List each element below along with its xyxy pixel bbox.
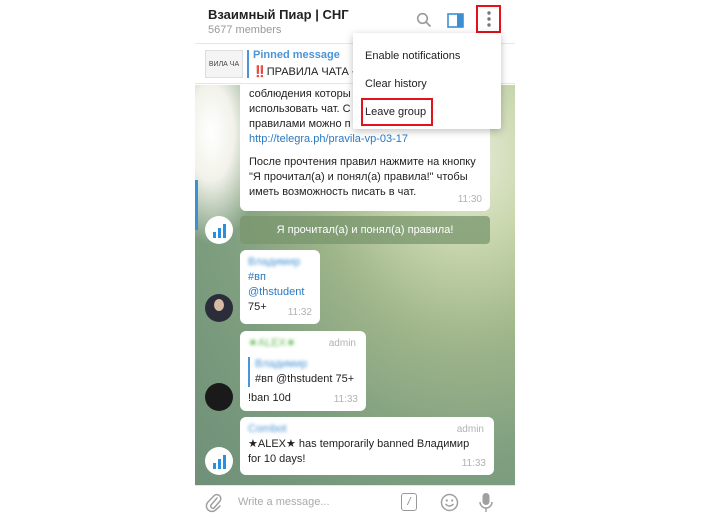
rules-accept-button[interactable]: Я прочитал(а) и понял(а) правила! <box>240 216 490 244</box>
more-vertical-icon[interactable] <box>476 5 501 33</box>
message-text: ★ALEX★ has temporarily banned Владимир <box>248 438 470 450</box>
hashtag[interactable]: #вп <box>248 270 312 285</box>
composer: Write a message... / <box>195 485 515 519</box>
rules-line: иметь возможность писать в чат. <box>249 186 417 198</box>
message-time: 11:33 <box>461 458 486 469</box>
bot-avatar[interactable] <box>205 447 233 475</box>
rules-line: "Я прочитал(а) и понял(а) правила!" чтоб… <box>249 171 468 183</box>
pinned-thumbnail: ВИЛА ЧА <box>205 50 243 78</box>
pinned-accent-bar <box>247 50 249 78</box>
message-area[interactable]: соблюдения которы использовать чат. С пр… <box>195 85 515 485</box>
chat-title[interactable]: Взаимный Пиар | СНГ <box>208 7 349 22</box>
message-time: 11:32 <box>287 307 312 318</box>
bot-avatar[interactable] <box>205 216 233 244</box>
reply-quote[interactable]: Владимир #вп @thstudent 75+ <box>248 357 358 387</box>
microphone-icon[interactable] <box>478 492 494 514</box>
admin-badge: admin <box>456 424 484 435</box>
bot-message: Combot admin ★ALEX★ has temporarily bann… <box>240 417 494 475</box>
member-count: 5677 members <box>208 24 282 36</box>
pinned-title: Pinned message <box>253 49 340 61</box>
user-message: Владимир #вп @thstudent 75+ 11:32 <box>240 250 320 324</box>
rules-link[interactable]: http://telegra.ph/pravila-vp-03-17 <box>249 132 481 147</box>
quote-sender: Владимир <box>255 358 308 370</box>
rules-line: После прочтения правил нажмите на кнопку <box>249 156 476 168</box>
message-time: 11:30 <box>457 194 482 205</box>
pinned-text: ‼️ПРАВИЛА ЧАТА «В <box>253 66 366 78</box>
mention[interactable]: @thstudent <box>248 285 312 300</box>
admin-badge: admin <box>328 338 356 349</box>
sender-name[interactable]: Combot <box>248 422 486 437</box>
admin-avatar[interactable] <box>205 383 233 411</box>
admin-message: ★ALEX★ admin Владимир #вп @thstudent 75+… <box>240 331 366 411</box>
menu-item-enable-notifications[interactable]: Enable notifications <box>353 44 501 68</box>
emoji-icon[interactable] <box>440 493 459 512</box>
message-text: for 10 days! <box>248 453 306 465</box>
bot-command-icon[interactable]: / <box>401 493 417 511</box>
sender-name[interactable]: Владимир <box>248 255 312 270</box>
attach-icon[interactable] <box>205 493 223 513</box>
leave-group-highlight <box>361 98 433 126</box>
quote-text: #вп @thstudent 75+ <box>255 373 355 385</box>
message-input[interactable]: Write a message... <box>238 496 330 508</box>
message-time: 11:33 <box>333 394 358 405</box>
user-avatar[interactable] <box>205 294 233 322</box>
scroll-accent <box>195 180 198 230</box>
sidebar-panel-icon[interactable] <box>444 8 466 32</box>
search-icon[interactable] <box>413 8 435 32</box>
menu-item-clear-history[interactable]: Clear history <box>353 72 501 96</box>
